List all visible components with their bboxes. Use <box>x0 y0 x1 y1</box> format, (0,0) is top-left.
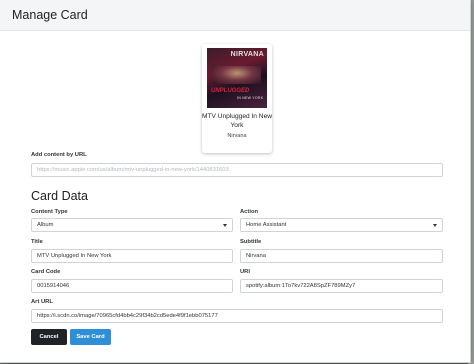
card-data-heading: Card Data <box>31 189 88 203</box>
content-type-value: Album <box>37 222 54 228</box>
modal-title: Manage Card <box>12 8 88 22</box>
art-url-input[interactable]: https://i.scdn.co/image/70965cfd4bb4c29f… <box>31 309 443 323</box>
album-art-stage <box>213 66 261 84</box>
cancel-button[interactable]: Cancel <box>31 329 67 345</box>
subtitle-input[interactable]: Nirvana <box>240 249 443 263</box>
card-preview: NIRVANA UNPLUGGED IN NEW YORK MTV Unplug… <box>202 44 272 153</box>
subtitle-label: Subtitle <box>240 239 262 245</box>
album-art-title: UNPLUGGED <box>211 88 250 94</box>
card-code-input[interactable]: 0015914046 <box>31 279 233 293</box>
album-art-subtitle: IN NEW YORK <box>237 96 264 100</box>
card-code-label: Card Code <box>31 269 61 275</box>
add-by-url-label: Add content by URL <box>31 152 87 158</box>
action-select[interactable]: Home Assistant <box>240 218 443 232</box>
content-type-select[interactable]: Album <box>31 218 233 232</box>
title-input[interactable]: MTV Unplugged In New York <box>31 249 233 263</box>
save-card-button[interactable]: Save Card <box>70 329 111 345</box>
title-label: Title <box>31 239 43 245</box>
action-value: Home Assistant <box>246 222 287 228</box>
preview-title: MTV Unplugged In New York <box>202 113 273 129</box>
uri-input[interactable]: spotify:album:1To7kv722A8SpZF789MZy7 <box>240 279 443 293</box>
album-art-logo: NIRVANA <box>230 51 264 58</box>
chevron-down-icon <box>223 224 227 227</box>
preview-subtitle: Nirvana <box>227 133 247 139</box>
content-type-label: Content Type <box>31 209 68 215</box>
art-url-label: Art URL <box>31 299 53 305</box>
add-by-url-input[interactable]: https://music.apple.com/us/album/mtv-unp… <box>31 163 443 177</box>
manage-card-modal: Manage Card NIRVANA UNPLUGGED IN NEW YOR… <box>0 0 471 363</box>
uri-label: URI <box>240 269 250 275</box>
album-art: NIRVANA UNPLUGGED IN NEW YORK <box>207 48 267 108</box>
modal-header: Manage Card <box>0 0 470 31</box>
modal-body: NIRVANA UNPLUGGED IN NEW YORK MTV Unplug… <box>0 31 470 362</box>
action-label: Action <box>240 209 259 215</box>
chevron-down-icon <box>433 224 437 227</box>
